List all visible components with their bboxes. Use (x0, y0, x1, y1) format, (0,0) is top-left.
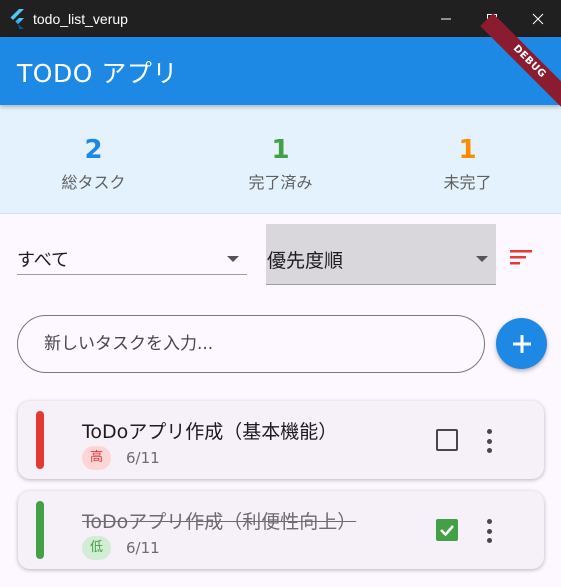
chevron-down-icon (227, 256, 239, 262)
filter-sort-row: すべて 優先度順 (0, 224, 561, 286)
sort-dropdown-value: 優先度順 (267, 249, 344, 272)
task-card[interactable]: ToDoアプリ作成（基本機能） 高 6/11 (18, 401, 544, 479)
task-complete-checkbox[interactable] (436, 519, 458, 541)
new-task-input[interactable] (42, 333, 484, 355)
more-vert-icon[interactable] (485, 519, 493, 543)
filter-dropdown[interactable]: すべて (17, 244, 247, 275)
filter-dropdown-value: すべて (17, 250, 70, 271)
priority-indicator (36, 411, 44, 469)
task-title: ToDoアプリ作成（利便性向上） (82, 511, 357, 533)
sort-dropdown[interactable]: 優先度順 (266, 224, 496, 285)
stat-completed: 1 完了済み (187, 105, 374, 213)
minimize-icon (441, 18, 451, 19)
close-icon (532, 13, 544, 24)
add-task-button[interactable] (496, 318, 547, 369)
stat-incomplete-value: 1 (458, 135, 477, 165)
stat-total-value: 2 (84, 135, 103, 165)
priority-badge: 低 (82, 536, 112, 560)
stat-total: 2 総タスク (0, 105, 187, 213)
stat-incomplete: 1 未完了 (374, 105, 561, 213)
priority-indicator (36, 501, 44, 559)
close-button[interactable] (515, 0, 561, 37)
stat-completed-label: 完了済み (248, 173, 313, 192)
window-titlebar: todo_list_verup (0, 0, 561, 37)
stats-panel: 2 総タスク 1 完了済み 1 未完了 (0, 105, 561, 214)
task-date: 6/11 (126, 449, 160, 467)
task-complete-checkbox[interactable] (436, 429, 458, 451)
flutter-logo-icon (10, 8, 24, 29)
window-title: todo_list_verup (33, 10, 128, 27)
minimize-button[interactable] (423, 0, 469, 37)
chevron-down-icon (476, 256, 488, 262)
sort-icon[interactable] (508, 248, 534, 266)
app-bar: TODO アプリ DEBUG (0, 13, 561, 111)
app-title: TODO アプリ (17, 59, 178, 88)
priority-badge: 高 (82, 446, 112, 470)
stat-incomplete-label: 未完了 (443, 173, 492, 192)
task-card[interactable]: ToDoアプリ作成（利便性向上） 低 6/11 (18, 491, 544, 569)
check-icon (440, 525, 454, 537)
stat-completed-value: 1 (271, 135, 290, 165)
more-vert-icon[interactable] (485, 429, 493, 453)
task-title: ToDoアプリ作成（基本機能） (82, 421, 338, 443)
stat-total-label: 総タスク (61, 173, 126, 192)
add-icon (512, 334, 531, 353)
new-task-field (17, 315, 485, 373)
task-date: 6/11 (126, 539, 160, 557)
app-window: todo_list_verup TODO アプリ DEBUG 2 総タスク 1 … (0, 0, 561, 587)
